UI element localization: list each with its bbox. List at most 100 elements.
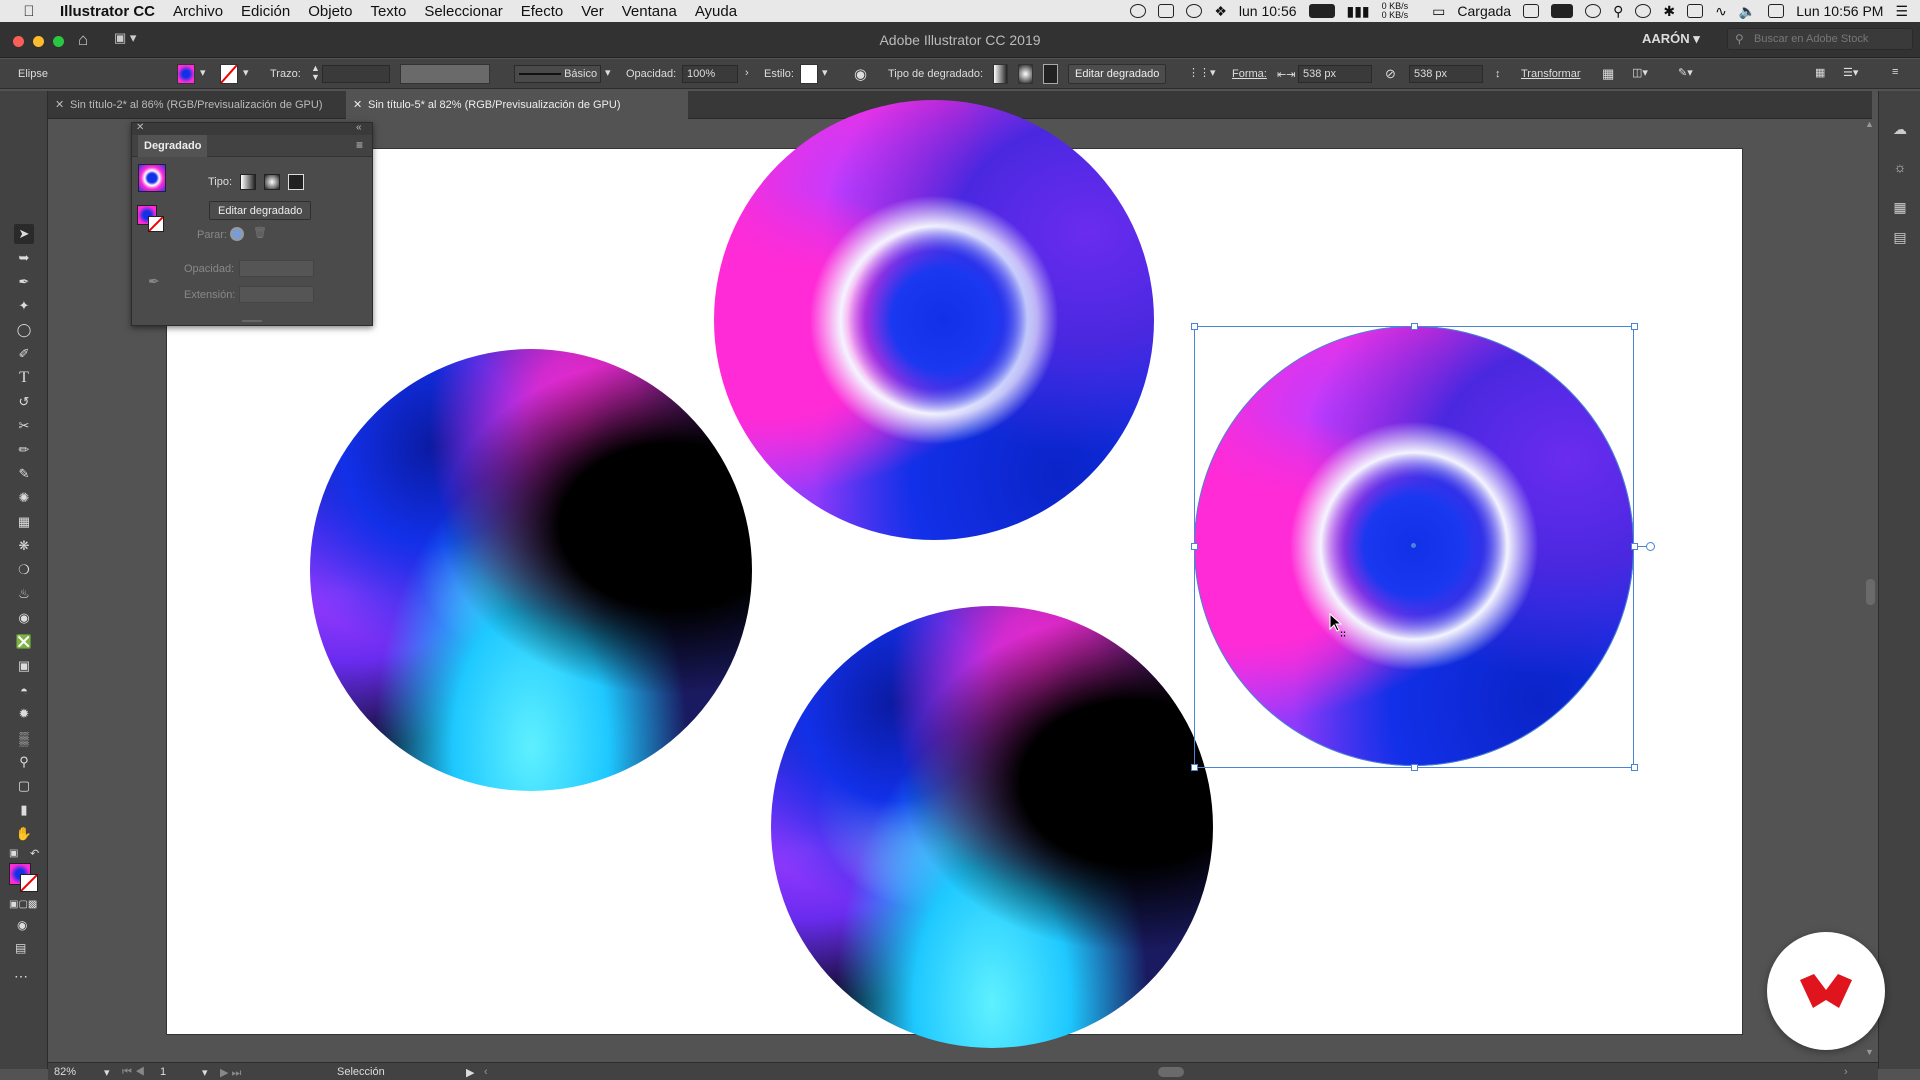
perspective-grid-tool-icon[interactable]: ◉ bbox=[14, 608, 34, 628]
slice-tool-icon[interactable]: ▮ bbox=[14, 800, 34, 820]
siri-icon[interactable] bbox=[1635, 4, 1652, 18]
display-icon[interactable] bbox=[1158, 4, 1175, 18]
symbol-sprayer-tool-icon[interactable]: ✹ bbox=[14, 704, 34, 724]
volume-icon[interactable]: 🔈 bbox=[1739, 3, 1756, 20]
stroke-weight-field[interactable] bbox=[322, 65, 390, 83]
record-icon[interactable] bbox=[1130, 4, 1147, 18]
libraries-icon[interactable]: ☁ bbox=[1891, 121, 1909, 139]
linear-gradient-icon[interactable] bbox=[993, 64, 1008, 84]
hscroll-left-icon[interactable]: ‹ bbox=[484, 1066, 488, 1078]
resize-handle[interactable] bbox=[1191, 543, 1198, 550]
wifi-icon[interactable]: ∿ bbox=[1715, 3, 1727, 20]
menu-seleccionar[interactable]: Seleccionar bbox=[424, 3, 502, 20]
direct-selection-tool-icon[interactable]: ➥ bbox=[14, 248, 34, 268]
zoom-tool-icon[interactable]: ⚲ bbox=[14, 752, 34, 772]
battery-icon[interactable]: ▭ bbox=[1432, 3, 1445, 20]
menu-texto[interactable]: Texto bbox=[370, 3, 406, 20]
apple-icon[interactable]:  bbox=[18, 3, 40, 20]
artboard-nav-first-icon[interactable]: ⏮ ◀ bbox=[122, 1066, 145, 1079]
panel-grid-icon[interactable]: ▦ bbox=[1815, 66, 1825, 79]
isolate-icon[interactable]: ▦ bbox=[1602, 66, 1614, 82]
edit-gradient-button[interactable]: Editar degradado bbox=[209, 201, 312, 220]
resize-handle[interactable] bbox=[1191, 323, 1198, 330]
resize-handle[interactable] bbox=[1631, 764, 1638, 771]
paintbrush-tool-icon[interactable]: ✐ bbox=[14, 344, 34, 364]
nvidia-icon[interactable] bbox=[1585, 4, 1602, 18]
airplay-icon[interactable] bbox=[1687, 4, 1704, 18]
stroke-swatch[interactable] bbox=[148, 216, 164, 232]
draw-mode-icon[interactable]: ◉ bbox=[17, 918, 27, 932]
status-menu-icon[interactable]: ▶ bbox=[466, 1066, 474, 1079]
mesh-tool-icon[interactable]: ❎ bbox=[14, 632, 34, 652]
opacity-label[interactable]: Opacidad: bbox=[626, 68, 676, 80]
chevron-right-icon[interactable]: › bbox=[745, 67, 749, 79]
edit-toolbar-icon[interactable]: ⋯ bbox=[14, 968, 28, 985]
recolor-artwork-icon[interactable]: ◉ bbox=[854, 65, 867, 83]
adobe-stock-search[interactable]: ⚲ Buscar en Adobe Stock bbox=[1727, 28, 1913, 50]
menu-ver[interactable]: Ver bbox=[581, 3, 604, 20]
menu-ayuda[interactable]: Ayuda bbox=[695, 3, 737, 20]
style-dropdown-icon[interactable]: ▾ bbox=[822, 66, 828, 79]
panel-header[interactable]: ✕ « bbox=[132, 122, 372, 135]
brush-dropdown-icon[interactable]: ▾ bbox=[605, 66, 611, 79]
screen-mode-icon[interactable]: ▤ bbox=[15, 941, 26, 955]
resize-handle[interactable] bbox=[1411, 764, 1418, 771]
artboard-tool-icon[interactable]: ▢ bbox=[14, 776, 34, 796]
scroll-thumb[interactable] bbox=[1866, 579, 1875, 605]
user-menu[interactable]: AARÓN ▾ bbox=[1642, 31, 1700, 47]
pencil-tool-icon[interactable]: ✏ bbox=[14, 440, 34, 460]
pie-widget-handle[interactable] bbox=[1646, 542, 1655, 551]
gradient-circle-left[interactable] bbox=[310, 349, 752, 791]
align-icon[interactable]: ⋮⋮▾ bbox=[1188, 66, 1216, 79]
dropbox-icon[interactable]: ❖ bbox=[1214, 3, 1227, 20]
notification-center-icon[interactable]: ☰ bbox=[1895, 3, 1908, 20]
menu-archivo[interactable]: Archivo bbox=[173, 3, 223, 20]
variable-width-profile[interactable] bbox=[400, 64, 490, 84]
menubar-clock[interactable]: Lun 10:56 PM bbox=[1796, 3, 1883, 19]
eyedropper-tool-icon[interactable]: ✺ bbox=[14, 488, 34, 508]
rotate-tool-icon[interactable]: ↺ bbox=[14, 392, 34, 412]
color-guide-icon[interactable]: ☼ bbox=[1891, 159, 1909, 177]
menu-edicion[interactable]: Edición bbox=[241, 3, 290, 20]
resize-handle[interactable] bbox=[1631, 323, 1638, 330]
linear-type-button[interactable] bbox=[240, 174, 256, 190]
panel-resize-grip[interactable] bbox=[242, 320, 262, 322]
freeform-type-button[interactable] bbox=[288, 174, 304, 190]
blend-tool-icon[interactable]: ◓ bbox=[14, 680, 34, 700]
scroll-up-icon[interactable]: ▲ bbox=[1865, 119, 1874, 129]
default-colors-icon[interactable]: ▣ bbox=[9, 848, 18, 859]
transform-link[interactable]: Transformar bbox=[1521, 68, 1581, 80]
type-tool-icon[interactable]: T bbox=[14, 368, 34, 388]
gradient-circle-top[interactable] bbox=[714, 100, 1154, 540]
color-mode-icons[interactable]: ▣▢▩ bbox=[9, 899, 37, 910]
resize-handle[interactable] bbox=[1411, 323, 1418, 330]
shape-builder-tool-icon[interactable]: ❍ bbox=[14, 560, 34, 580]
ellipse-tool-icon[interactable]: ◯ bbox=[14, 320, 34, 340]
gradient-panel-tab[interactable]: Degradado bbox=[138, 135, 208, 157]
bluetooth-icon[interactable]: ✱ bbox=[1663, 3, 1675, 20]
fill-dropdown-icon[interactable]: ▾ bbox=[200, 66, 206, 79]
extension-field[interactable] bbox=[239, 286, 314, 303]
keyboard-icon[interactable] bbox=[1523, 4, 1540, 18]
battery-bar-icon[interactable] bbox=[1768, 4, 1785, 18]
close-icon[interactable]: ✕ bbox=[353, 98, 362, 111]
eyedropper-icon[interactable]: ✒ bbox=[148, 273, 160, 290]
pen-tool-icon[interactable]: ✒ bbox=[14, 272, 34, 292]
height-field[interactable]: 538 px bbox=[1409, 65, 1483, 83]
stroke-stepper[interactable]: ▲ ▼ bbox=[311, 64, 320, 82]
points-mode-icon[interactable] bbox=[230, 227, 244, 241]
panel-menu-icon[interactable]: ≡ bbox=[356, 138, 363, 152]
magic-wand-tool-icon[interactable]: ✦ bbox=[14, 296, 34, 316]
zoom-level[interactable]: 82% bbox=[54, 1066, 76, 1078]
tab-document-5[interactable]: ✕ Sin título-5* al 82% (RGB/Previsualiza… bbox=[346, 91, 688, 119]
opacity-field[interactable]: 100% bbox=[682, 65, 738, 83]
edit-gradient-button[interactable]: Editar degradado bbox=[1068, 64, 1167, 84]
zoom-dropdown-icon[interactable]: ▾ bbox=[104, 1066, 110, 1079]
width-tool-icon[interactable]: ❋ bbox=[14, 536, 34, 556]
radial-gradient-icon[interactable] bbox=[1018, 64, 1033, 84]
close-icon[interactable]: ✕ bbox=[55, 98, 64, 111]
arrange-icon[interactable]: ◫▾ bbox=[1632, 66, 1648, 79]
fill-swatch[interactable] bbox=[177, 64, 195, 84]
shaper-tool-icon[interactable]: ✎ bbox=[14, 464, 34, 484]
align-panel-icon[interactable]: ▤ bbox=[1891, 229, 1909, 247]
